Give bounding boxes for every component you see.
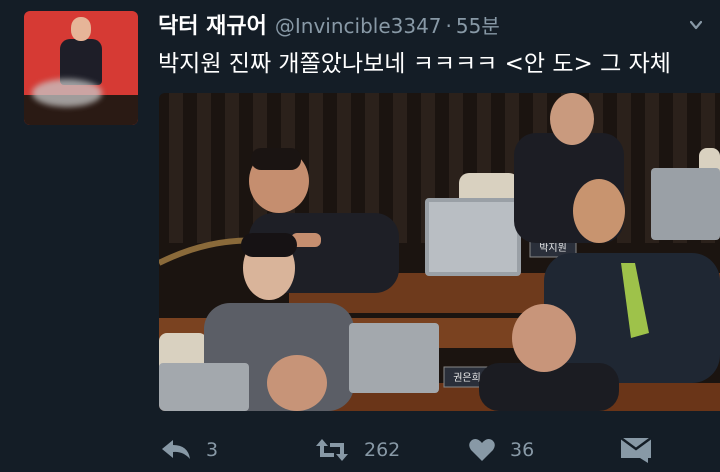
reply-icon xyxy=(160,438,192,462)
retweet-count: 262 xyxy=(364,439,401,461)
tweet-photo[interactable]: 박지원 권은희 xyxy=(159,93,720,411)
nameplate-2: 권은희 xyxy=(453,372,481,384)
reply-count: 3 xyxy=(206,439,219,461)
nameplate-1: 박지원 xyxy=(539,242,567,254)
avatar[interactable] xyxy=(24,11,138,125)
tweet-actions: 3 262 36 xyxy=(158,432,698,468)
like-button[interactable]: 36 xyxy=(468,432,534,468)
retweet-icon xyxy=(314,437,350,463)
separator: · xyxy=(445,14,452,38)
retweet-button[interactable]: 262 xyxy=(314,432,400,468)
display-name[interactable]: 닥터 재규어 xyxy=(158,14,267,39)
tweet-text: 박지원 진짜 개쫄았나보네 ㅋㅋㅋㅋ <안 도> 그 자체 xyxy=(158,51,671,77)
tweet: 닥터 재규어 @Invincible3347 · 55분 박지원 진짜 개쫄았나보네 … xyxy=(0,0,720,472)
like-count: 36 xyxy=(510,439,535,461)
reply-button[interactable]: 3 xyxy=(160,432,218,468)
user-handle[interactable]: @Invincible3347 xyxy=(275,14,442,38)
timestamp[interactable]: 55분 xyxy=(456,14,500,38)
direct-message-button[interactable] xyxy=(620,432,652,468)
tweet-header: 닥터 재규어 @Invincible3347 · 55분 xyxy=(158,8,500,39)
direct-message-icon xyxy=(620,437,652,463)
chevron-down-icon[interactable] xyxy=(689,16,703,30)
heart-icon xyxy=(468,438,496,462)
